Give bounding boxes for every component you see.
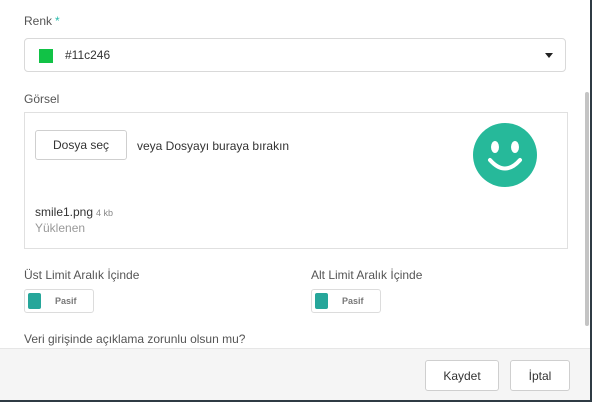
chevron-down-icon[interactable] (545, 53, 553, 58)
dialog-footer: Kaydet İptal (0, 348, 590, 400)
file-status: Yüklenen (35, 221, 86, 235)
uploaded-file-name: smile1.png 4 kb (35, 205, 113, 219)
toggle-state-text: Pasif (342, 296, 364, 306)
color-swatch (39, 49, 53, 63)
file-size: 4 kb (96, 208, 114, 218)
image-label: Görsel (24, 92, 60, 106)
toggle-state-text: Pasif (55, 296, 77, 306)
form-scroll-area[interactable]: Renk * #11c246 Görsel Dosya seç veya Dosy… (0, 0, 590, 348)
toggle-knob (315, 293, 328, 309)
choose-file-button[interactable]: Dosya seç (35, 130, 127, 160)
upper-limit-toggle[interactable]: Pasif (24, 289, 94, 313)
toggle-knob (28, 293, 41, 309)
smiley-face-icon (473, 123, 537, 187)
file-name-text: smile1.png (35, 205, 94, 219)
save-button[interactable]: Kaydet (425, 360, 499, 391)
color-label: Renk * (24, 14, 60, 28)
required-asterisk: * (55, 14, 60, 28)
file-upload-dropzone[interactable]: Dosya seç veya Dosyayı buraya bırakın sm… (24, 112, 568, 249)
lower-limit-label: Alt Limit Aralık İçinde (311, 268, 423, 282)
color-label-text: Renk (24, 14, 53, 28)
description-required-label: Veri girişinde açıklama zorunlu olsun mu… (24, 332, 246, 346)
color-value: #11c246 (65, 48, 111, 62)
cancel-button[interactable]: İptal (510, 360, 570, 391)
vertical-scrollbar[interactable] (585, 92, 589, 326)
color-select[interactable]: #11c246 (24, 38, 566, 72)
drop-hint: veya Dosyayı buraya bırakın (137, 139, 290, 153)
upper-limit-label: Üst Limit Aralık İçinde (24, 268, 140, 282)
lower-limit-toggle[interactable]: Pasif (311, 289, 381, 313)
form-dialog: Renk * #11c246 Görsel Dosya seç veya Dosy… (0, 0, 592, 402)
